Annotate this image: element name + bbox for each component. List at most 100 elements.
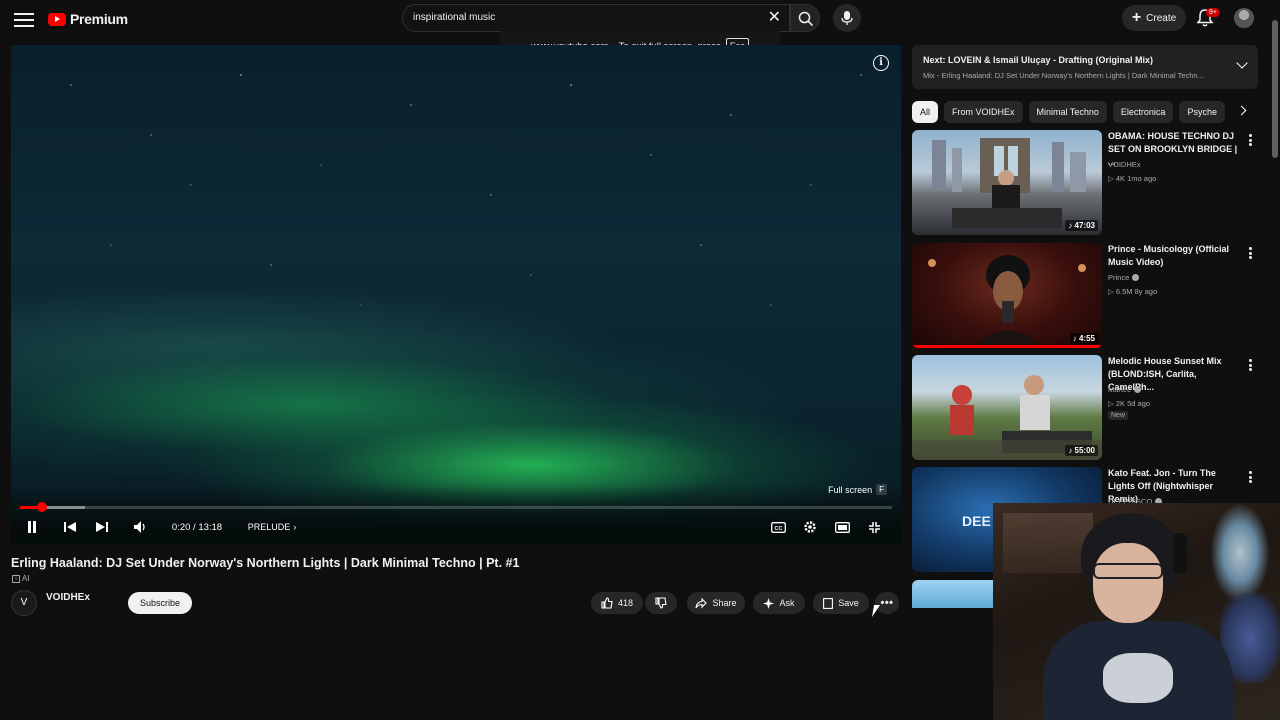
chevron-down-icon[interactable] — [1236, 57, 1248, 69]
chip-electronica[interactable]: Electronica — [1112, 101, 1174, 123]
channel-avatar[interactable]: V — [11, 590, 37, 616]
more-horizontal-icon: ••• — [880, 597, 894, 609]
chip-minimal-techno[interactable]: Minimal Techno — [1028, 101, 1107, 123]
search-input[interactable]: inspirational music ✕ — [402, 4, 790, 32]
scrollbar-thumb[interactable] — [1272, 20, 1278, 158]
verified-icon — [1132, 274, 1140, 281]
more-vertical-icon[interactable] — [1248, 247, 1252, 259]
recommendation-channel[interactable]: Prince — [1108, 273, 1140, 282]
up-next-subtitle: Mix - Erling Haaland: DJ Set Under Norwa… — [923, 71, 1204, 80]
youtube-play-icon — [48, 12, 66, 26]
recommendation-item[interactable]: ♪ 47:03 OBAMA: HOUSE TECHNO DJ SET ON BR… — [912, 130, 1258, 235]
menu-icon[interactable] — [14, 10, 34, 28]
voice-search-button[interactable] — [833, 4, 861, 32]
mouse-cursor — [871, 605, 881, 617]
pause-icon — [28, 521, 36, 533]
webcam-overlay — [993, 503, 1280, 720]
thumbnail-text: DEE — [962, 513, 991, 529]
exit-fullscreen-icon — [868, 521, 880, 533]
time-display: 0:20 / 13:18 — [171, 521, 223, 533]
ai-tag-label: AI — [22, 574, 30, 583]
video-title: Erling Haaland: DJ Set Under Norway's No… — [11, 556, 520, 570]
next-button[interactable] — [95, 518, 109, 536]
thumbs-up-icon — [601, 597, 613, 609]
dislike-button[interactable] — [645, 592, 677, 614]
sparkle-icon — [763, 597, 775, 609]
logo-label: Premium — [70, 11, 128, 27]
svg-text:CC: CC — [774, 526, 782, 532]
subscribe-button[interactable]: Subscribe — [128, 592, 192, 614]
video-thumbnail[interactable]: ♪ 4:55 — [912, 243, 1102, 348]
new-badge: New — [1108, 411, 1129, 420]
volume-icon — [134, 521, 145, 533]
more-vertical-icon[interactable] — [1248, 471, 1252, 483]
video-duration: ♪ 4:55 — [1069, 333, 1098, 344]
theater-icon — [834, 521, 850, 533]
webcam-background-shelf — [1003, 513, 1093, 573]
ai-info-icon: i — [12, 574, 20, 583]
next-icon — [96, 522, 108, 532]
recommendation-item[interactable]: ♪ 4:55 Prince - Musicology (Official Mus… — [912, 243, 1258, 348]
microphone-icon — [841, 11, 853, 25]
youtube-logo[interactable]: Premium — [48, 10, 128, 28]
like-button[interactable]: 418 — [591, 592, 643, 614]
settings-button[interactable] — [802, 518, 818, 536]
channel-name[interactable]: VOIDHEx — [46, 592, 90, 603]
share-button[interactable]: Share — [687, 592, 745, 614]
pause-button[interactable] — [25, 518, 39, 536]
chip-from-channel[interactable]: From VOIDHEx — [944, 101, 1023, 123]
webcam-glasses — [1093, 563, 1163, 579]
video-duration: ♪ 47:03 — [1065, 220, 1098, 231]
chapter-button[interactable]: PRELUDE › — [247, 518, 297, 536]
theater-mode-button[interactable] — [834, 518, 850, 536]
bookmark-icon — [823, 597, 834, 609]
account-avatar[interactable] — [1234, 8, 1254, 28]
ask-button[interactable]: Ask — [753, 592, 805, 614]
recommendation-meta: ▷ 2K 5d ago — [1108, 399, 1151, 408]
clear-search-icon[interactable]: ✕ — [768, 10, 781, 26]
share-label: Share — [712, 598, 737, 608]
recommendation-channel[interactable]: VOIDHEx — [1108, 160, 1141, 169]
recommendation-channel[interactable]: Martec — [1108, 385, 1141, 394]
more-vertical-icon[interactable] — [1248, 134, 1252, 146]
ai-content-tag[interactable]: i AI — [12, 574, 30, 583]
search-icon — [798, 11, 814, 27]
channel-label: Martec — [1108, 385, 1131, 394]
search-query[interactable]: inspirational music — [413, 12, 495, 23]
ask-label: Ask — [779, 598, 795, 608]
previous-icon — [64, 522, 76, 532]
save-label: Save — [838, 598, 859, 608]
recommendation-meta: ▷ 4K 1mo ago — [1108, 174, 1157, 183]
chip-all[interactable]: All — [912, 101, 939, 123]
progress-bar[interactable] — [20, 502, 892, 512]
video-thumbnail[interactable]: ♪ 47:03 — [912, 130, 1102, 235]
video-player[interactable]: i Full screen F 0:20 / 13:18 PRELUDE › C… — [11, 45, 901, 545]
webcam-window-light — [1210, 503, 1270, 603]
recommendation-thumbnail-partial[interactable] — [912, 580, 994, 608]
captions-button[interactable]: CC — [770, 518, 786, 536]
previous-button[interactable] — [63, 518, 77, 536]
plus-icon: + — [1131, 9, 1142, 26]
recommendation-item[interactable]: ♪ 55:00 Melodic House Sunset Mix (BLOND:… — [912, 355, 1258, 460]
fullscreen-tip-key: F — [876, 484, 887, 495]
search-button[interactable] — [790, 4, 820, 32]
chip-psychedelic[interactable]: Psyche — [1179, 101, 1225, 123]
video-thumbnail[interactable]: ♪ 55:00 — [912, 355, 1102, 460]
gear-icon — [804, 521, 816, 533]
exit-fullscreen-button[interactable] — [866, 518, 882, 536]
info-icon[interactable]: i — [873, 55, 889, 71]
captions-icon: CC — [770, 521, 786, 533]
like-count: 418 — [617, 598, 634, 608]
share-icon — [695, 597, 708, 608]
recommendation-title[interactable]: Prince - Musicology (Official Music Vide… — [1108, 243, 1240, 269]
chevron-right-icon[interactable] — [1236, 105, 1247, 116]
up-next-card[interactable]: Next: LOVEIN & Ismail Uluçay - Drafting … — [912, 45, 1258, 89]
create-button[interactable]: + Create — [1122, 5, 1186, 31]
volume-button[interactable] — [133, 518, 149, 536]
video-stars — [70, 74, 862, 306]
more-vertical-icon[interactable] — [1248, 359, 1252, 371]
watched-progress — [912, 345, 1102, 348]
save-button[interactable]: Save — [813, 592, 869, 614]
up-next-title: Next: LOVEIN & Ismail Uluçay - Drafting … — [923, 55, 1154, 65]
progress-scrubber[interactable] — [36, 502, 47, 512]
